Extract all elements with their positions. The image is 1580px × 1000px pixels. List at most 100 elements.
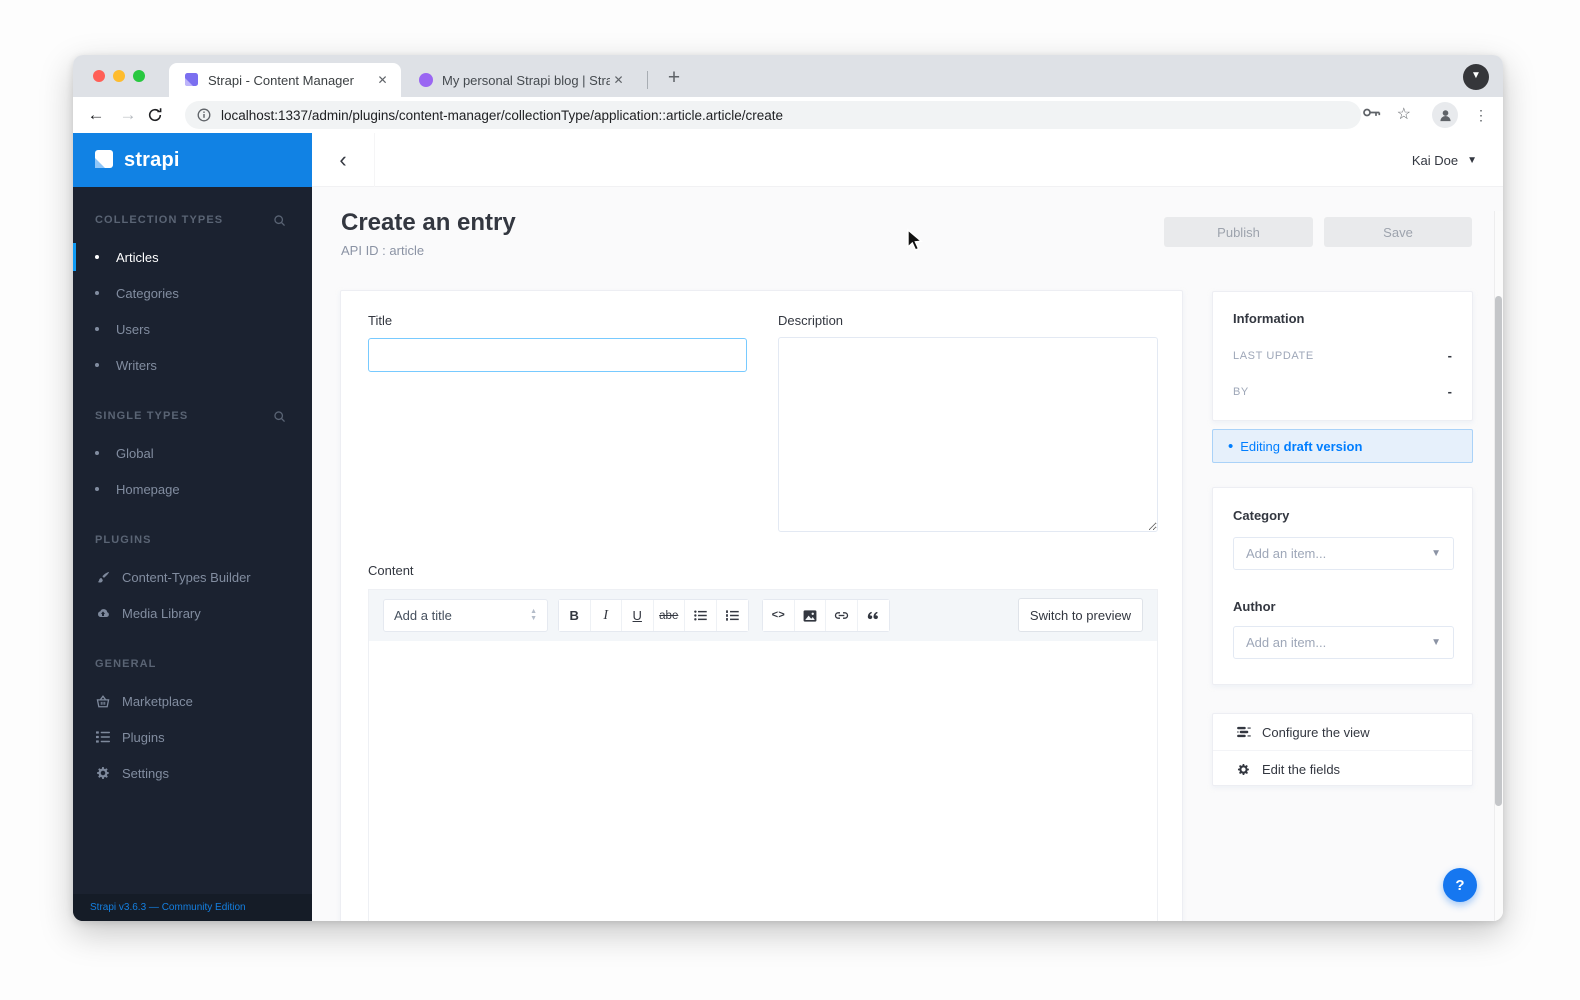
search-icon[interactable] [273, 214, 286, 227]
gear-icon [1237, 763, 1253, 776]
configure-view-link[interactable]: Configure the view [1213, 714, 1472, 750]
bullet-icon [95, 487, 99, 491]
tab-search-button[interactable]: ▼ [1463, 64, 1489, 90]
page-body: Create an entry API ID : article Publish… [312, 187, 1503, 921]
sidebar-item-marketplace[interactable]: Marketplace [73, 683, 312, 719]
image-button[interactable] [794, 600, 826, 631]
by-label: BY [1233, 386, 1249, 398]
user-menu[interactable]: Kai Doe ▼ [1412, 133, 1477, 187]
tab-title: Strapi - Content Manager [208, 72, 354, 88]
bullet-icon [95, 451, 99, 455]
browser-menu-icon[interactable]: ⋮ [1473, 103, 1489, 127]
category-select[interactable]: Add an item... ▼ [1233, 537, 1454, 570]
bookmark-star-icon[interactable]: ☆ [1397, 104, 1411, 124]
ordered-list-button[interactable] [716, 600, 748, 631]
bold-button[interactable]: B [559, 600, 591, 631]
strapi-version-footer: Strapi v3.6.3 — Community Edition [73, 894, 312, 921]
switch-to-preview-button[interactable]: Switch to preview [1018, 598, 1143, 632]
strapi-admin: strapi COLLECTION TYPES Articles Categor… [73, 133, 1503, 921]
section-single-types: SINGLE TYPES Global Homepage [73, 406, 312, 507]
sidebar-item-articles[interactable]: Articles [73, 239, 312, 275]
browser-window: Strapi - Content Manager ✕ My personal S… [73, 55, 1503, 921]
heading-select[interactable]: Add a title ▲ ▼ [383, 599, 548, 632]
by-value: - [1447, 384, 1452, 399]
help-button[interactable]: ? [1443, 868, 1477, 902]
scrollbar-thumb[interactable] [1495, 296, 1502, 806]
minimize-window-button[interactable] [113, 70, 125, 82]
unordered-list-button[interactable] [685, 600, 717, 631]
tab-divider [647, 71, 648, 89]
sidebar-item-global[interactable]: Global [73, 435, 312, 471]
sidebar-item-writers[interactable]: Writers [73, 347, 312, 383]
sidebar-item-media-library[interactable]: Media Library [73, 595, 312, 631]
edit-fields-link[interactable]: Edit the fields [1213, 751, 1472, 787]
save-button[interactable]: Save [1324, 217, 1472, 247]
password-key-icon[interactable] [1363, 107, 1381, 118]
page-title: Create an entry [341, 209, 516, 236]
gear-icon [95, 766, 111, 780]
forward-nav-icon[interactable]: → [115, 102, 141, 128]
category-label: Category [1233, 508, 1290, 523]
content-field-label: Content [368, 563, 414, 578]
author-label: Author [1233, 599, 1276, 614]
link-button[interactable] [826, 600, 858, 631]
sidebar-item-categories[interactable]: Categories [73, 275, 312, 311]
text-format-group: B I U abe [558, 599, 749, 632]
section-collection-types: COLLECTION TYPES Articles Categories Use… [73, 210, 312, 383]
entry-form-card: Title Description Content Add a title ▲ ▼ [340, 290, 1183, 921]
chevron-down-icon: ▼ [1431, 548, 1441, 559]
description-field-label: Description [778, 313, 844, 328]
new-tab-button[interactable]: + [659, 64, 689, 94]
cloud-upload-icon [95, 608, 111, 619]
reload-icon[interactable] [147, 102, 173, 128]
chevron-down-icon: ▼ [1467, 154, 1477, 166]
profile-avatar[interactable] [1432, 102, 1458, 128]
back-button[interactable]: ‹ [312, 133, 375, 187]
section-label: PLUGINS [95, 534, 152, 546]
close-window-button[interactable] [93, 70, 105, 82]
scrollbar-track [1494, 211, 1503, 921]
editor-content-area[interactable] [369, 641, 1157, 921]
section-label: GENERAL [95, 658, 157, 670]
italic-button[interactable]: I [590, 600, 622, 631]
description-textarea[interactable] [778, 337, 1158, 532]
api-id-subtitle: API ID : article [341, 243, 425, 258]
blockquote-button[interactable] [857, 600, 889, 631]
editor-toolbar: Add a title ▲ ▼ B I U abe <> Switch to p… [369, 590, 1157, 641]
title-field-label: Title [368, 313, 393, 328]
author-select[interactable]: Add an item... ▼ [1233, 626, 1454, 659]
sidebar-item-homepage[interactable]: Homepage [73, 471, 312, 507]
browser-toolbar: ← → localhost:1337/admin/plugins/content… [73, 97, 1503, 133]
section-general: GENERAL Marketplace Plugins Settings [73, 654, 312, 791]
url-bar[interactable]: localhost:1337/admin/plugins/content-man… [185, 101, 1361, 129]
publish-button[interactable]: Publish [1164, 217, 1313, 247]
close-tab-icon[interactable]: ✕ [610, 72, 627, 89]
strikethrough-button[interactable]: abe [653, 600, 685, 631]
sidebar-item-settings[interactable]: Settings [73, 755, 312, 791]
insert-group: <> [762, 599, 890, 632]
tab-personal-blog[interactable]: My personal Strapi blog | Strap ✕ [405, 63, 637, 97]
back-nav-icon[interactable]: ← [83, 102, 109, 128]
code-button[interactable]: <> [763, 600, 795, 631]
main-header: ‹ Kai Doe ▼ [312, 133, 1503, 187]
sidebar-item-plugins[interactable]: Plugins [73, 719, 312, 755]
search-icon[interactable] [273, 410, 286, 423]
sidebar-item-users[interactable]: Users [73, 311, 312, 347]
site-info-icon[interactable] [197, 108, 211, 122]
underline-button[interactable]: U [622, 600, 654, 631]
zoom-window-button[interactable] [133, 70, 145, 82]
strapi-logo[interactable]: strapi [73, 133, 312, 187]
sidebar-item-content-types-builder[interactable]: Content-Types Builder [73, 559, 312, 595]
chevron-down-icon: ▼ [1431, 637, 1441, 648]
wysiwyg-editor: Add a title ▲ ▼ B I U abe <> Switch to p… [368, 589, 1158, 921]
tab-strip: Strapi - Content Manager ✕ My personal S… [73, 55, 1503, 97]
section-label: SINGLE TYPES [95, 410, 189, 422]
close-tab-icon[interactable]: ✕ [374, 72, 391, 89]
blog-favicon [419, 73, 433, 87]
strapi-logo-icon [95, 150, 115, 170]
tab-title: My personal Strapi blog | Strap [442, 72, 610, 88]
draft-dot-icon: • [1228, 437, 1234, 455]
title-input[interactable] [368, 338, 747, 372]
section-plugins: PLUGINS Content-Types Builder Media Libr… [73, 530, 312, 631]
tab-strapi-content-manager[interactable]: Strapi - Content Manager ✕ [169, 63, 401, 97]
